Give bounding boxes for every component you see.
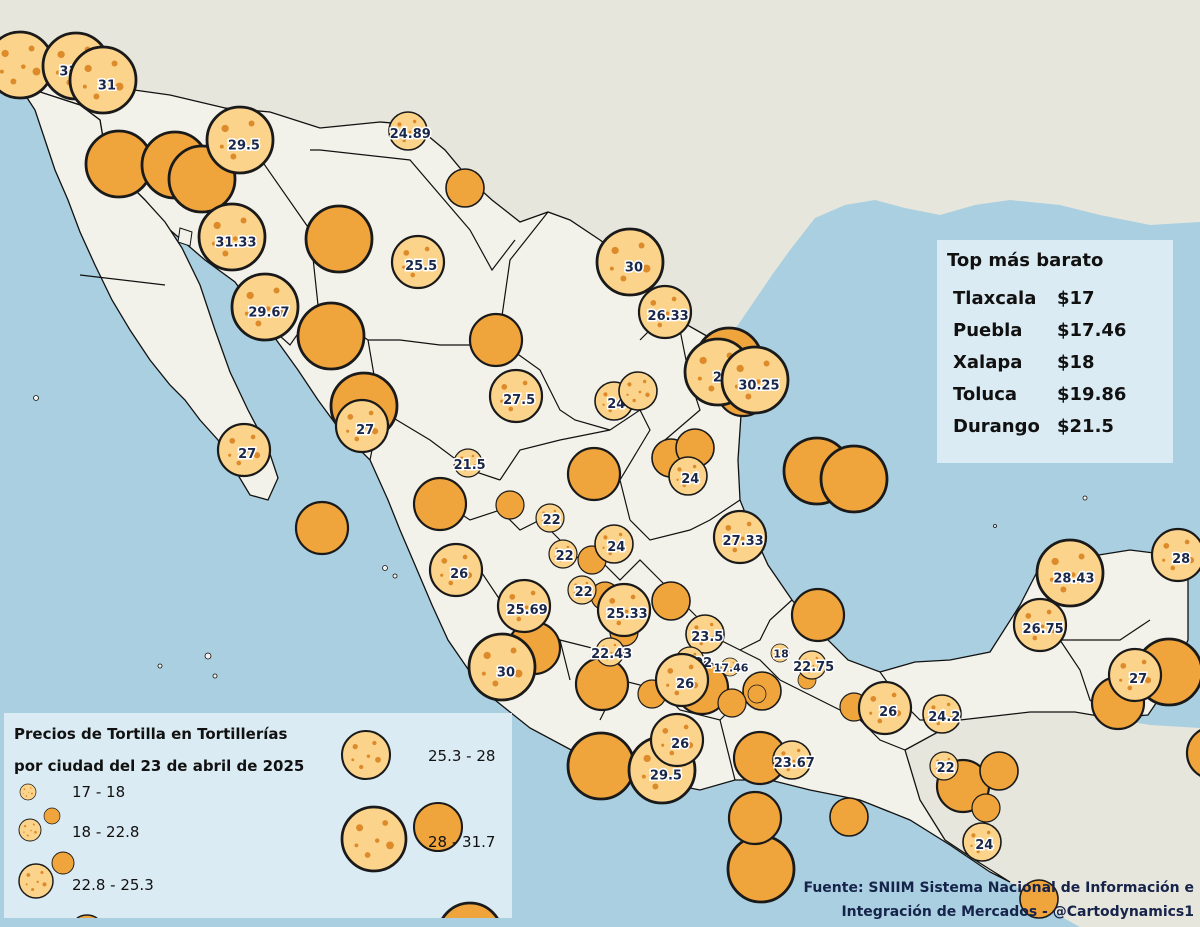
price-label: 28 [1172,552,1190,567]
price-label: 31.33 [215,235,256,250]
legend-class-label: 18 - 22.8 [72,823,140,841]
price-label: 29.5 [650,768,682,783]
price-label: 22.43 [591,647,632,662]
price-label: 27.5 [503,393,535,408]
price-label: 21.5 [454,458,486,473]
price-label: 26.33 [648,309,689,324]
top-row-price: $18 [1057,352,1095,373]
legend-class-label: 28 - 31.7 [428,833,496,851]
top-row-city: Puebla [953,320,1023,341]
price-label: 25.5 [405,259,437,274]
top-row-price: $17.46 [1057,320,1127,341]
price-label: 29.5 [228,138,260,153]
price-marker: 27 [218,424,348,554]
top-row-city: Xalapa [953,352,1023,373]
price-label: 26 [671,737,689,752]
legend-class-label: 17 - 18 [72,783,126,801]
price-label: 26 [676,677,694,692]
legend-class-label: 22.8 - 25.3 [72,876,154,894]
price-label: 22 [556,549,574,564]
tortilla-icon [218,424,348,554]
source-line2: Integración de Mercados - @Cartodynamics… [841,904,1194,920]
price-label: 30 [625,260,643,275]
legend: Precios de Tortilla en Tortillerías por … [4,713,512,918]
price-label: 26.75 [1023,622,1064,637]
price-label: 27 [238,447,256,462]
price-label: 30 [497,665,515,680]
top-row-city: Toluca [953,384,1018,405]
legend-tortilla-icon [20,784,60,824]
price-label: 23.67 [774,756,815,771]
top-cheapest-panel: Top más barato Tlaxcala $17 Puebla $17.4… [937,240,1173,463]
top-row-city: Durango [953,416,1040,437]
price-label: 27 [1129,672,1147,687]
price-label: 24 [681,472,699,487]
price-label: 24 [975,838,993,853]
price-label: 22.75 [793,660,834,675]
price-label: 24.2 [928,710,960,725]
legend-title-line1: Precios de Tortilla en Tortillerías [14,725,288,743]
price-label: 27 [356,423,374,438]
price-label: 26 [879,705,897,720]
price-label: 25.33 [607,607,648,622]
price-label: 22 [937,761,955,776]
price-label: 29.67 [248,305,289,320]
top-row-price: $17 [1057,288,1095,309]
price-label: 18 [773,648,788,661]
price-label: 30.25 [738,378,779,393]
price-label: 26 [450,567,468,582]
map-canvas: 31.713129.524.8931.3329.6725.53026.33293… [0,0,1200,927]
price-label: 22 [543,513,561,528]
price-label: 25.69 [507,603,548,618]
legend-title-line2: por ciudad del 23 de abril de 2025 [14,757,305,775]
price-label: 28.43 [1053,571,1094,586]
price-label: 27.33 [723,534,764,549]
price-label: 22 [575,585,593,600]
price-label: 17.46 [714,662,749,675]
price-label: 31 [98,78,116,93]
source-line1: Fuente: SNIIM Sistema Nacional de Inform… [803,880,1194,896]
top-panel-title: Top más barato [947,250,1104,271]
source-credit: Fuente: SNIIM Sistema Nacional de Inform… [803,876,1194,924]
top-row-price: $19.86 [1057,384,1127,405]
price-label: 23.5 [691,630,723,645]
top-row-price: $21.5 [1057,416,1114,437]
top-row-city: Tlaxcala [953,288,1037,309]
price-label: 24 [607,540,625,555]
price-label: 24.89 [390,127,431,142]
legend-class-label: 25.3 - 28 [428,747,496,765]
